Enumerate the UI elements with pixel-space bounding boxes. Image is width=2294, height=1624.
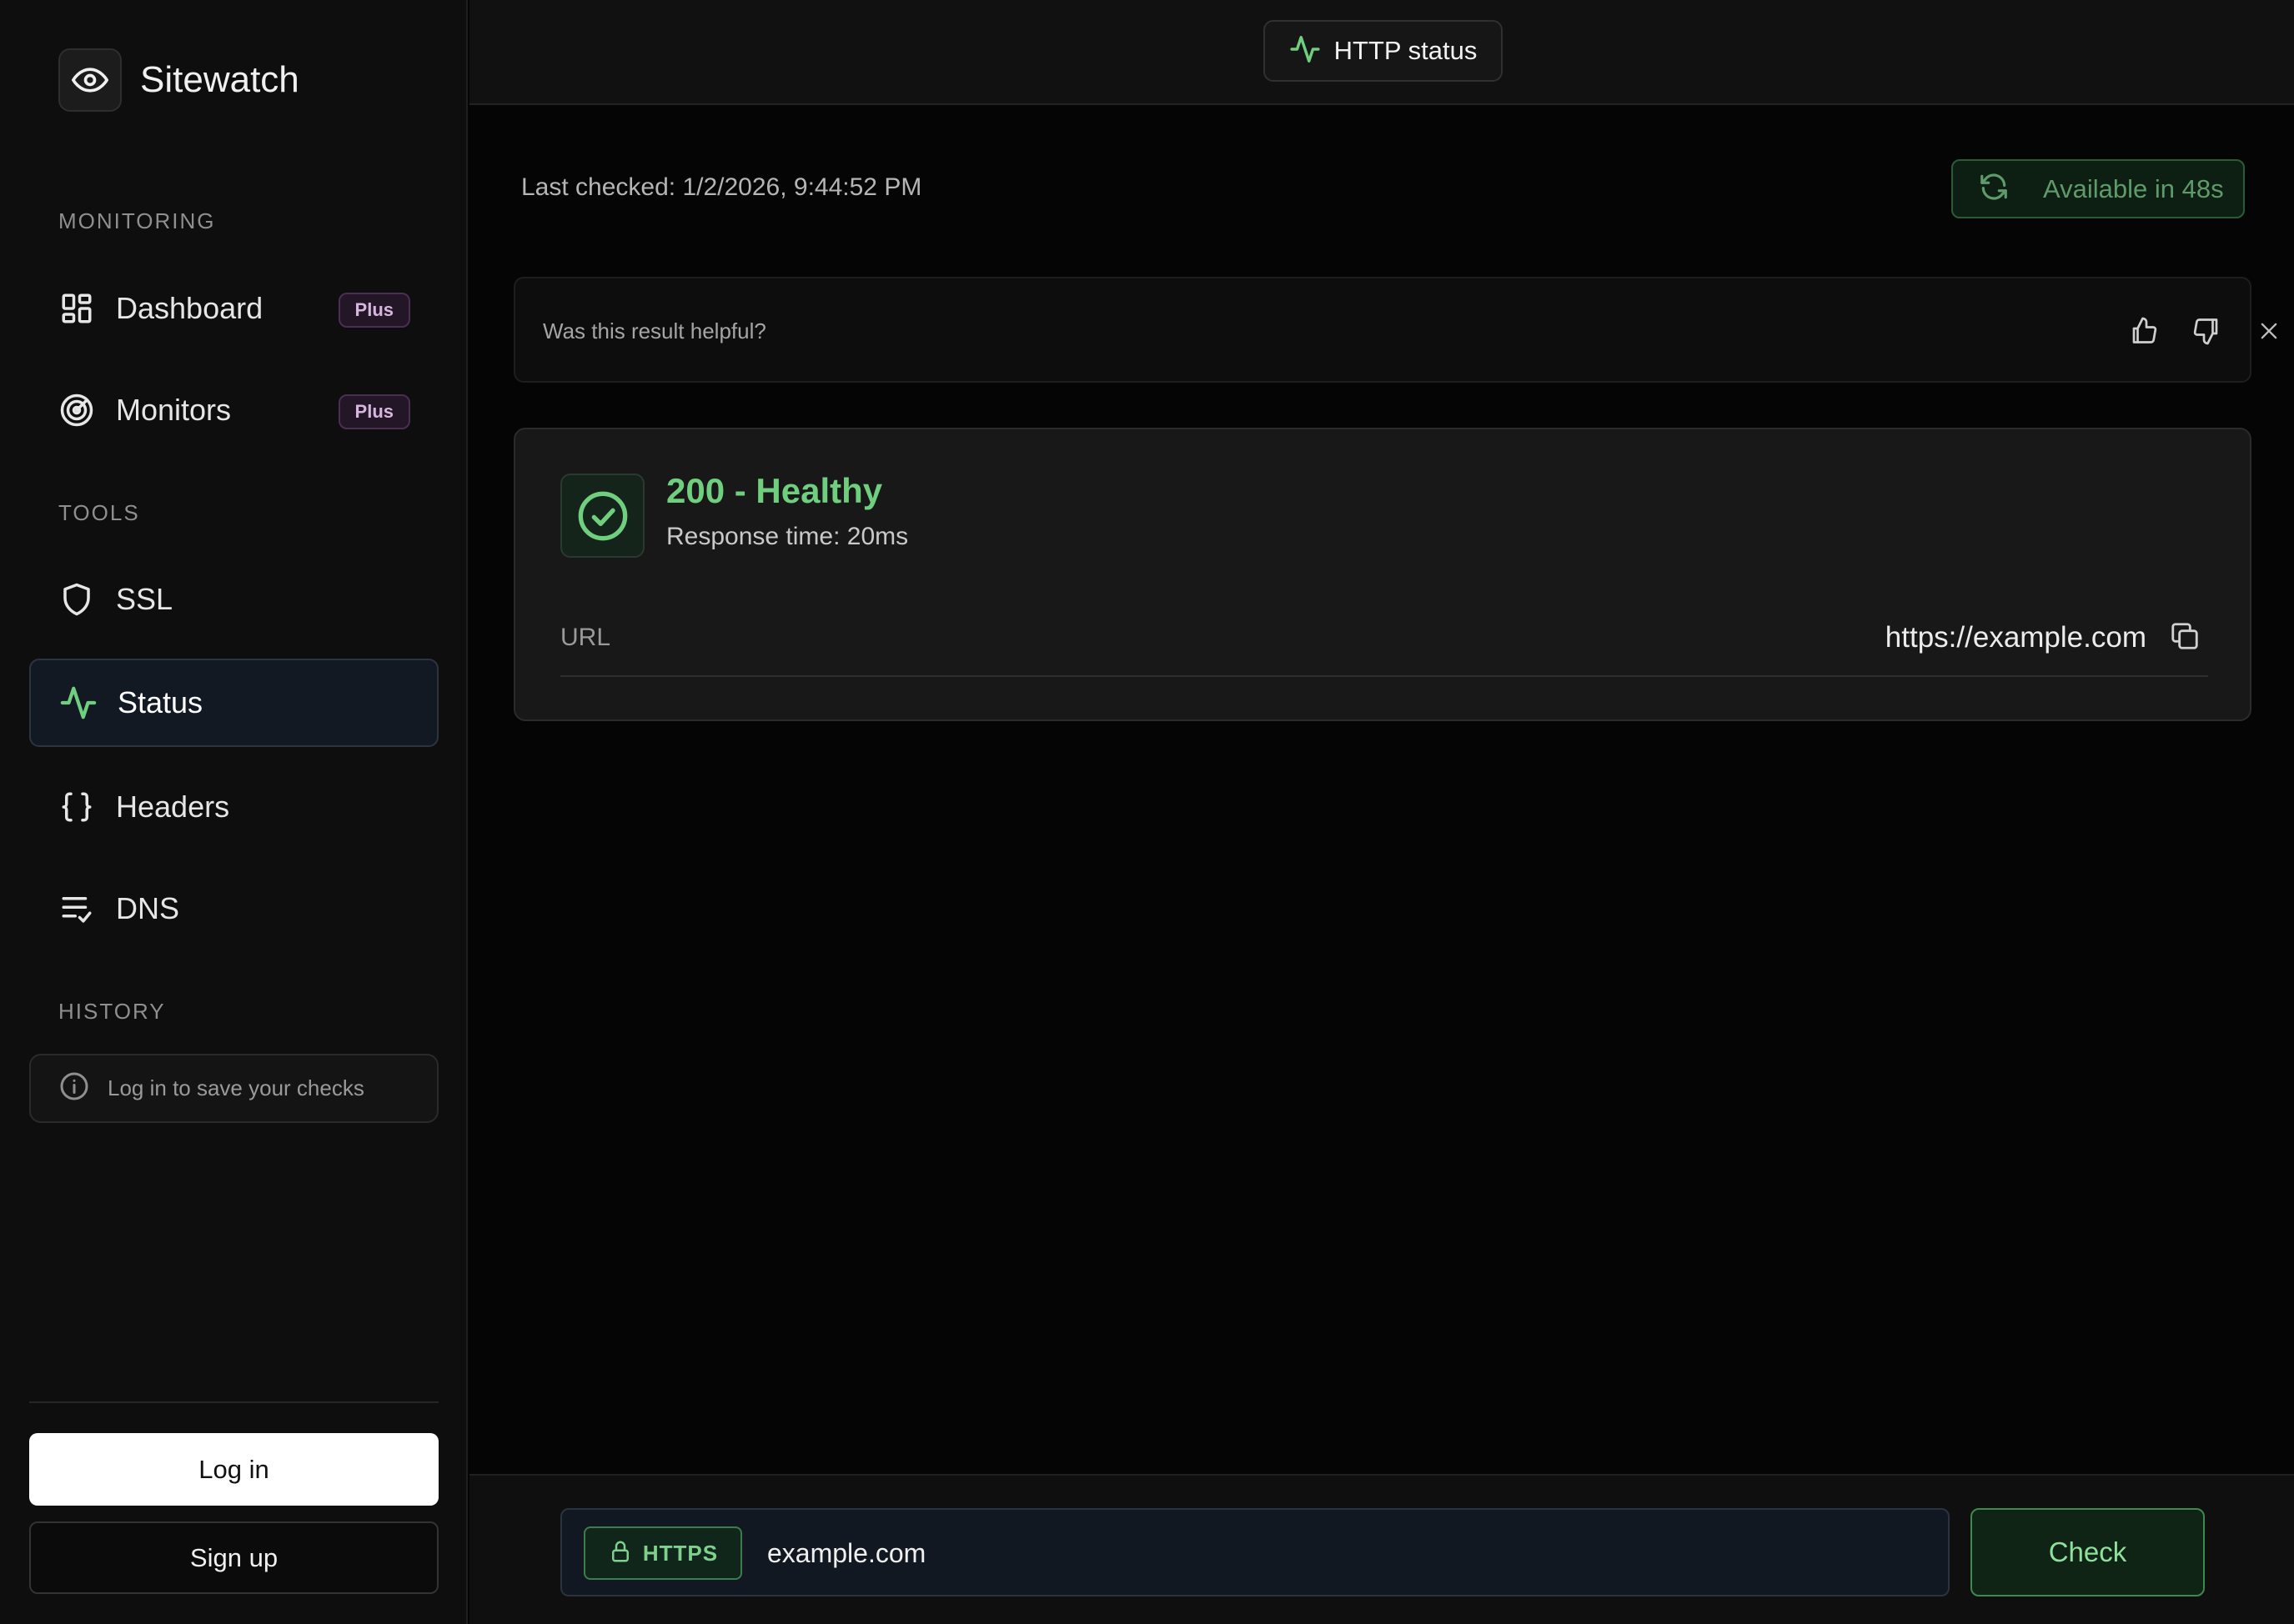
login-button[interactable]: Log in	[29, 1433, 439, 1506]
sidebar-item-status[interactable]: Status	[29, 659, 439, 747]
sidebar-item-label: Monitors	[116, 393, 232, 427]
section-label-tools: TOOLS	[58, 500, 140, 525]
sidebar-item-monitors[interactable]: Monitors Plus	[29, 366, 439, 454]
feedback-question: Was this result helpful?	[543, 318, 766, 343]
sidebar-item-ssl[interactable]: SSL	[29, 555, 439, 644]
plus-badge: Plus	[338, 394, 410, 429]
url-divider	[560, 675, 2208, 677]
status-title: 200 - Healthy	[666, 471, 883, 510]
url-value: https://example.com	[1885, 621, 2146, 654]
check-button[interactable]: Check	[1970, 1508, 2205, 1596]
sidebar: Sitewatch MONITORING Dashboard Plus Moni…	[0, 0, 468, 1624]
thumbs-down-icon[interactable]	[2189, 313, 2224, 348]
activity-icon	[1289, 33, 1321, 69]
sidebar-item-label: SSL	[116, 582, 173, 616]
eye-icon	[58, 48, 122, 112]
refresh-label: Available in 48s	[2043, 173, 2224, 203]
brand[interactable]: Sitewatch	[58, 48, 299, 112]
url-input[interactable]	[767, 1526, 1918, 1580]
sidebar-item-label: DNS	[116, 891, 180, 925]
brand-name: Sitewatch	[140, 59, 299, 100]
plus-badge: Plus	[338, 293, 410, 328]
braces-icon	[58, 788, 96, 826]
protocol-label: HTTPS	[642, 1540, 719, 1566]
sidebar-item-label: Dashboard	[116, 291, 264, 325]
lock-icon	[608, 1539, 633, 1568]
close-icon[interactable]	[2251, 313, 2286, 348]
check-circle-icon	[560, 474, 645, 558]
signup-button[interactable]: Sign up	[29, 1521, 439, 1594]
section-label-history: HISTORY	[58, 999, 166, 1024]
history-login-note: Log in to save your checks	[29, 1054, 439, 1123]
result-card: 200 - Healthy Response time: 20ms URL ht…	[514, 428, 2251, 721]
page-title: HTTP status	[1333, 36, 1478, 65]
feedback-banner: Was this result helpful?	[514, 277, 2277, 383]
copy-icon[interactable]	[2166, 618, 2203, 654]
info-icon	[59, 1071, 89, 1105]
sidebar-divider	[29, 1401, 439, 1403]
history-note-text: Log in to save your checks	[108, 1075, 364, 1100]
refresh-button[interactable]: Available in 48s	[1951, 159, 2245, 218]
sidebar-item-label: Status	[118, 685, 203, 719]
top-bar: HTTP status	[469, 0, 2294, 105]
main-content: HTTP status Last checked: 1/2/2026, 9:44…	[469, 0, 2294, 1624]
sidebar-item-dashboard[interactable]: Dashboard Plus	[29, 264, 439, 353]
section-label-monitoring: MONITORING	[58, 208, 216, 233]
thumbs-up-icon[interactable]	[2126, 313, 2161, 348]
url-label: URL	[560, 624, 611, 651]
shield-icon	[58, 580, 96, 619]
radar-icon	[58, 391, 96, 429]
activity-icon	[59, 684, 98, 722]
url-check-bar: HTTPS Check	[469, 1474, 2294, 1624]
sidebar-item-dns[interactable]: DNS	[29, 865, 439, 953]
list-check-icon	[58, 890, 96, 928]
protocol-selector[interactable]: HTTPS	[584, 1526, 742, 1580]
refresh-icon	[1978, 171, 2010, 207]
sidebar-item-label: Headers	[116, 789, 230, 824]
last-checked-timestamp: Last checked: 1/2/2026, 9:44:52 PM	[521, 173, 922, 201]
sidebar-item-headers[interactable]: Headers	[29, 763, 439, 851]
dashboard-icon	[58, 289, 96, 328]
response-time: Response time: 20ms	[666, 523, 909, 550]
url-input-field[interactable]: HTTPS	[560, 1508, 1950, 1596]
page-title-pill: HTTP status	[1263, 20, 1503, 82]
